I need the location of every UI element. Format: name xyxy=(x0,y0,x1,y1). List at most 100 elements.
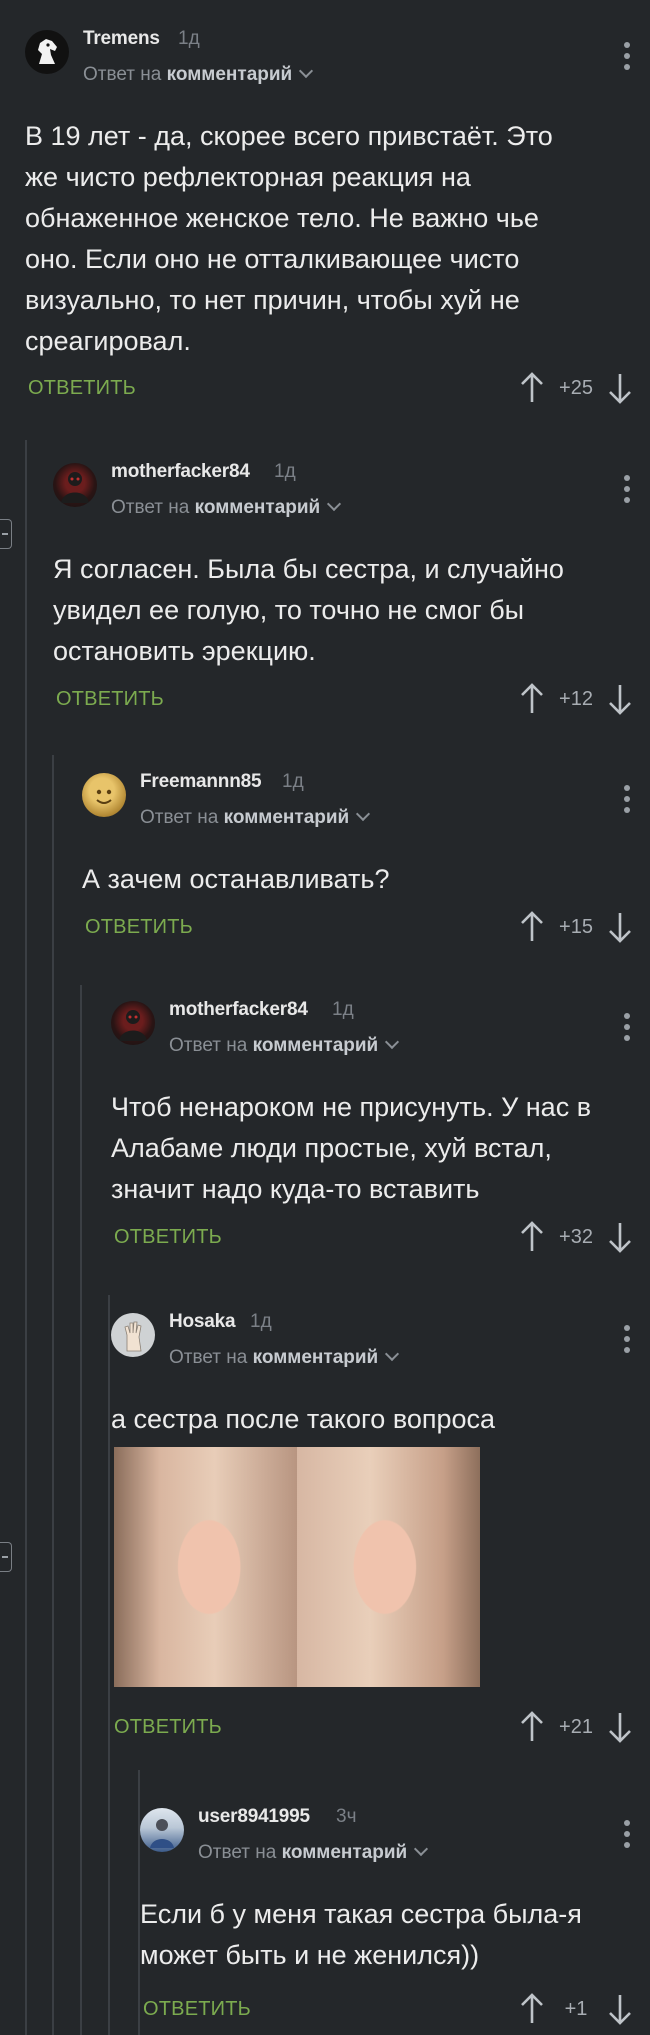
username[interactable]: user8941995 xyxy=(198,1806,310,1828)
reply-target: комментарий xyxy=(223,807,350,828)
thread-line-4 xyxy=(108,1295,110,2035)
thread-line-2 xyxy=(52,755,54,2035)
reply-to-link[interactable]: Ответ на комментарий xyxy=(111,496,342,519)
reply-prefix: Ответ на xyxy=(169,1035,248,1056)
hand-avatar-icon xyxy=(124,1321,142,1352)
reply-target: комментарий xyxy=(252,1035,379,1056)
reply-target: комментарий xyxy=(281,1842,408,1863)
comment-time: 1д xyxy=(274,461,296,482)
comment-time: 1д xyxy=(178,28,200,49)
reply-button[interactable]: ОТВЕТИТЬ xyxy=(28,377,136,400)
comment: motherfacker84 1д Ответ на комментарий Ч… xyxy=(111,999,650,1271)
reply-to-link[interactable]: Ответ на комментарий xyxy=(83,63,314,86)
reply-button[interactable]: ОТВЕТИТЬ xyxy=(85,916,193,939)
avatar[interactable] xyxy=(111,1001,155,1045)
reply-button[interactable]: ОТВЕТИТЬ xyxy=(56,688,164,711)
rating-score: +25 xyxy=(559,376,593,399)
rating-score: +12 xyxy=(559,687,593,710)
more-options-icon[interactable] xyxy=(624,1820,630,1848)
more-options-icon[interactable] xyxy=(624,42,630,70)
reply-to-link[interactable]: Ответ на комментарий xyxy=(169,1034,400,1057)
downvote-arrow-icon[interactable] xyxy=(608,1992,632,2026)
comment-thread: Tremens 1д Ответ на комментарий В 19 лет… xyxy=(0,0,650,2035)
upvote-arrow-icon[interactable] xyxy=(520,1992,544,2026)
collapse-thread-button[interactable] xyxy=(0,519,12,549)
person-photo-avatar-icon xyxy=(150,1819,174,1848)
comment: Freemannn85 1д Ответ на комментарий А за… xyxy=(82,771,650,953)
reply-to-link[interactable]: Ответ на комментарий xyxy=(169,1346,400,1369)
more-options-icon[interactable] xyxy=(624,475,630,503)
comment-time: 1д xyxy=(250,1311,272,1332)
downvote-arrow-icon[interactable] xyxy=(608,910,632,944)
chevron-down-icon xyxy=(385,1034,400,1050)
comment-text: В 19 лет - да, скорее всего привстаёт. Э… xyxy=(25,121,553,356)
reply-prefix: Ответ на xyxy=(111,497,190,518)
chevron-down-icon xyxy=(356,806,371,822)
comment: Hosaka 1д Ответ на комментарий а сестра … xyxy=(111,1311,650,1753)
upvote-arrow-icon[interactable] xyxy=(520,1710,544,1744)
upvote-arrow-icon[interactable] xyxy=(520,1220,544,1254)
chevron-down-icon xyxy=(385,1346,400,1362)
comment-text: Чтоб ненароком не присунуть. У нас в Ала… xyxy=(111,1092,592,1204)
rating-score: +15 xyxy=(559,915,593,938)
avatar[interactable] xyxy=(53,463,97,507)
rating-score: +1 xyxy=(564,1997,588,2020)
reply-prefix: Ответ на xyxy=(140,807,219,828)
rating-control: +15 xyxy=(520,910,632,944)
avatar[interactable] xyxy=(140,1808,184,1852)
photo-frame-right xyxy=(297,1447,480,1687)
upvote-arrow-icon[interactable] xyxy=(520,371,544,405)
reply-target: комментарий xyxy=(166,64,293,85)
avatar[interactable] xyxy=(111,1313,155,1357)
chevron-down-icon xyxy=(299,63,314,79)
downvote-arrow-icon[interactable] xyxy=(608,1710,632,1744)
reply-target: комментарий xyxy=(252,1347,379,1368)
collapse-thread-button[interactable] xyxy=(0,1542,12,1572)
rating-control: +25 xyxy=(520,371,632,405)
comment-text: а сестра после такого вопроса xyxy=(111,1404,496,1434)
chevron-down-icon xyxy=(414,1841,429,1857)
reply-target: комментарий xyxy=(194,497,321,518)
golden-face-avatar-icon xyxy=(96,789,112,804)
avatar[interactable] xyxy=(25,30,69,74)
rating-control: +32 xyxy=(520,1220,632,1254)
dark-figure-avatar-icon xyxy=(61,472,89,503)
username[interactable]: motherfacker84 xyxy=(169,999,308,1021)
rating-score: +21 xyxy=(559,1715,593,1738)
username[interactable]: Hosaka xyxy=(169,1311,236,1333)
comment-time: 1д xyxy=(332,999,354,1020)
comment-text: Я согласен. Была бы сестра, и случайно у… xyxy=(53,554,564,666)
more-options-icon[interactable] xyxy=(624,1013,630,1041)
reply-button[interactable]: ОТВЕТИТЬ xyxy=(114,1716,222,1739)
thread-line-3 xyxy=(80,985,82,2035)
smiling-woman-photo[interactable] xyxy=(114,1447,480,1687)
reply-to-link[interactable]: Ответ на комментарий xyxy=(140,806,371,829)
more-options-icon[interactable] xyxy=(624,1325,630,1353)
username[interactable]: motherfacker84 xyxy=(111,461,250,483)
downvote-arrow-icon[interactable] xyxy=(608,682,632,716)
reply-button[interactable]: ОТВЕТИТЬ xyxy=(114,1226,222,1249)
dark-figure-avatar-icon xyxy=(119,1010,147,1041)
thread-line-1 xyxy=(25,440,27,2035)
photo-frame-left xyxy=(114,1447,297,1687)
reply-prefix: Ответ на xyxy=(198,1842,277,1863)
username[interactable]: Tremens xyxy=(83,28,160,50)
comment: Tremens 1д Ответ на комментарий В 19 лет… xyxy=(25,28,650,410)
comment: motherfacker84 1д Ответ на комментарий Я… xyxy=(53,461,650,733)
downvote-arrow-icon[interactable] xyxy=(608,371,632,405)
reply-to-link[interactable]: Ответ на комментарий xyxy=(198,1841,429,1864)
username[interactable]: Freemannn85 xyxy=(140,771,262,793)
avatar[interactable] xyxy=(82,773,126,817)
comment-text: Если б у меня такая сестра была-я может … xyxy=(140,1899,582,1970)
comment: user8941995 3ч Ответ на комментарий Если… xyxy=(140,1806,650,2035)
downvote-arrow-icon[interactable] xyxy=(608,1220,632,1254)
upvote-arrow-icon[interactable] xyxy=(520,910,544,944)
rating-score: +32 xyxy=(559,1225,593,1248)
more-options-icon[interactable] xyxy=(624,785,630,813)
reply-prefix: Ответ на xyxy=(83,64,162,85)
reply-button[interactable]: ОТВЕТИТЬ xyxy=(143,1998,251,2021)
upvote-arrow-icon[interactable] xyxy=(520,682,544,716)
comment-text: А зачем останавливать? xyxy=(82,864,390,894)
reply-prefix: Ответ на xyxy=(169,1347,248,1368)
comment-time: 3ч xyxy=(336,1806,357,1827)
